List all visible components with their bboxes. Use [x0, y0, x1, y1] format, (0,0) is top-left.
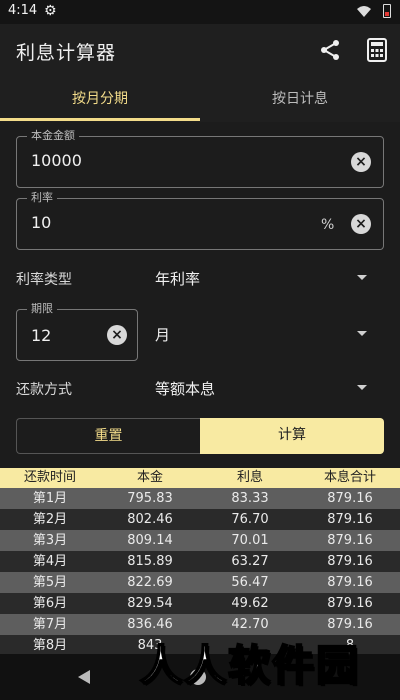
table-cell: 879.16	[327, 533, 373, 548]
tab-indicator	[0, 118, 200, 121]
table-cell: 第6月	[32, 596, 68, 611]
table-cell: 879.16	[327, 512, 373, 527]
clear-icon[interactable]: ×	[107, 325, 127, 345]
table-row: 第6月 829.54 49.62 879.16	[0, 593, 400, 614]
term-field[interactable]: 期限 12 ×	[16, 302, 138, 361]
repayment-select[interactable]: 等额本息	[155, 378, 215, 399]
share-icon[interactable]	[318, 38, 342, 62]
repayment-label: 还款方式	[16, 382, 72, 398]
table-cell: 879.16	[327, 596, 373, 611]
table-cell: 70.01	[231, 533, 269, 548]
rate-value: 10	[31, 213, 52, 232]
tab-bar: 按月分期 按日计息	[0, 76, 400, 122]
table-cell: 809.14	[127, 533, 173, 548]
table-row: 第1月 795.83 83.33 879.16	[0, 488, 400, 509]
rate-field[interactable]: 利率 10 % ×	[16, 191, 384, 250]
table-header: 还款时间 本金 利息 本息合计	[0, 468, 400, 488]
clear-icon[interactable]: ×	[351, 214, 371, 234]
chevron-down-icon[interactable]	[357, 385, 367, 390]
table-cell: 815.89	[127, 554, 173, 569]
rate-type-select[interactable]: 年利率	[155, 268, 200, 289]
principal-value: 10000	[31, 151, 82, 170]
table-cell: 第2月	[32, 512, 68, 527]
app-bar: 利息计算器	[0, 24, 400, 76]
table-cell: 879.16	[327, 575, 373, 590]
table-cell: 第1月	[32, 491, 68, 506]
rate-label: 利率	[27, 191, 57, 205]
table-cell: 第8月	[32, 638, 68, 653]
calculate-button[interactable]: 计算	[200, 418, 384, 454]
table-cell: 822.69	[127, 575, 173, 590]
table-cell: 802.46	[127, 512, 173, 527]
principal-label: 本金金额	[27, 129, 79, 143]
table-row: 第2月 802.46 76.70 879.16	[0, 509, 400, 530]
schedule-table: 还款时间 本金 利息 本息合计 第1月 795.83 83.33 879.16 …	[0, 468, 400, 656]
table-cell: 879.16	[327, 491, 373, 506]
table-cell: 第5月	[32, 575, 68, 590]
reset-button[interactable]: 重置	[16, 418, 200, 454]
chevron-down-icon[interactable]	[357, 331, 367, 336]
chevron-down-icon[interactable]	[357, 275, 367, 280]
status-bar: 4:14 ⚙	[0, 0, 400, 24]
status-time: 4:14	[8, 3, 38, 18]
gear-icon: ⚙	[44, 3, 57, 19]
table-row: 第4月 815.89 63.27 879.16	[0, 551, 400, 572]
table-cell: 第3月	[32, 533, 68, 548]
table-cell: 第7月	[32, 617, 68, 632]
term-value: 12	[31, 326, 52, 345]
table-cell: 49.62	[231, 596, 269, 611]
tab-monthly[interactable]: 按月分期	[0, 76, 200, 122]
column-header: 本金	[136, 470, 163, 485]
wifi-icon	[357, 6, 371, 17]
column-header: 利息	[236, 470, 263, 485]
tab-daily[interactable]: 按日计息	[200, 76, 400, 122]
table-cell: 63.27	[231, 554, 269, 569]
watermark: 人人软件园	[139, 640, 361, 691]
table-cell: 829.54	[127, 596, 173, 611]
column-header: 还款时间	[23, 470, 76, 485]
table-cell: 56.47	[231, 575, 269, 590]
principal-field[interactable]: 本金金额 10000 ×	[16, 129, 384, 188]
term-label: 期限	[27, 302, 57, 316]
clear-icon[interactable]: ×	[351, 152, 371, 172]
table-cell: 879.16	[327, 554, 373, 569]
table-row: 第5月 822.69 56.47 879.16	[0, 572, 400, 593]
app-title: 利息计算器	[16, 42, 117, 64]
table-cell: 83.33	[231, 491, 269, 506]
table-cell: 795.83	[127, 491, 173, 506]
back-icon[interactable]	[78, 670, 90, 684]
calculator-icon[interactable]	[366, 38, 388, 62]
column-header: 本息合计	[323, 470, 376, 485]
table-row: 第3月 809.14 70.01 879.16	[0, 530, 400, 551]
rate-type-label: 利率类型	[16, 272, 72, 288]
percent-unit: %	[321, 217, 335, 233]
table-cell: 76.70	[231, 512, 269, 527]
table-cell: 第4月	[32, 554, 68, 569]
term-unit-select[interactable]: 月	[155, 324, 170, 345]
battery-icon	[383, 4, 391, 18]
